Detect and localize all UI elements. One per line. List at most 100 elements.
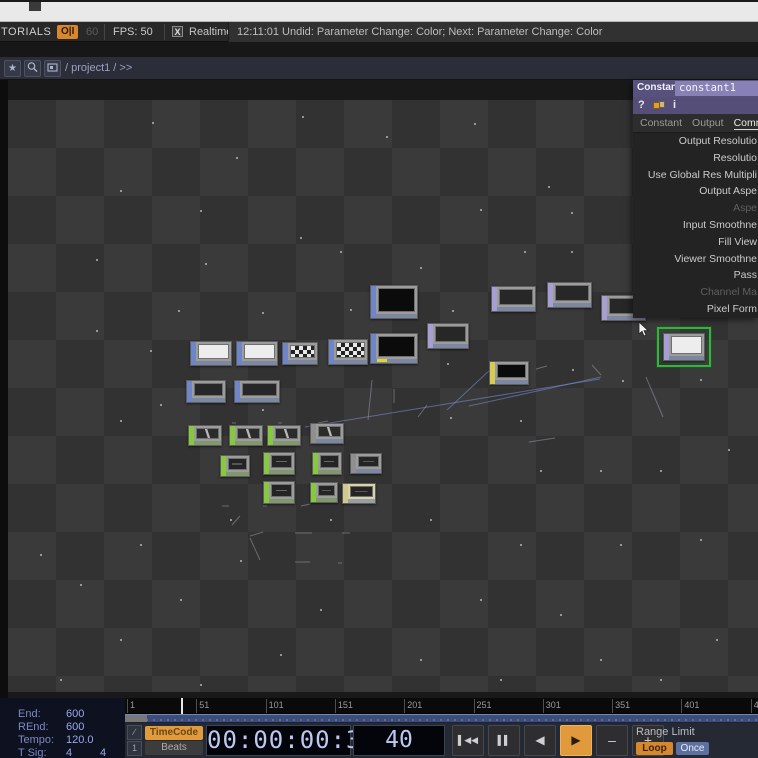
pause-button[interactable]: ▌▌: [488, 725, 520, 756]
node-name-bar: [553, 303, 591, 307]
network-dot: [728, 449, 730, 451]
network-overview-button[interactable]: [44, 60, 61, 77]
node-viewer: [350, 486, 373, 497]
node-viewer: [242, 383, 277, 396]
node-viewer: [318, 485, 335, 496]
operator-node[interactable]: [489, 361, 529, 385]
frame-display[interactable]: 40: [353, 725, 445, 756]
param-label[interactable]: Output Resolutio: [633, 133, 758, 150]
param-label[interactable]: Channel Ma: [633, 284, 758, 301]
param-label[interactable]: Input Smoothne: [633, 217, 758, 234]
divider: [104, 24, 105, 40]
network-dot: [480, 209, 482, 211]
node-viewer: [228, 458, 247, 470]
language-icon[interactable]: [653, 101, 666, 110]
operator-node[interactable]: [328, 339, 368, 365]
network-dot: [560, 614, 562, 616]
info-value[interactable]: 600: [66, 721, 84, 734]
range-grip[interactable]: [125, 715, 147, 722]
timeline-option-button[interactable]: ∕: [127, 725, 142, 740]
parameter-tabs: Constant Output Comm: [633, 114, 758, 133]
operator-node[interactable]: [310, 423, 344, 444]
realtime-label[interactable]: Realtime: [189, 25, 232, 39]
tutorials-menu-item[interactable]: TORIALS: [1, 25, 51, 39]
jump-start-button[interactable]: ▌◀◀: [452, 725, 484, 756]
network-dot: [262, 409, 264, 411]
node-name-bar: [318, 470, 341, 474]
param-label[interactable]: Viewer Smoothne: [633, 251, 758, 268]
loop-button[interactable]: Loop: [636, 742, 673, 755]
node-viewer: [196, 428, 219, 439]
parameter-dialog-header[interactable]: Constant constant1: [633, 80, 758, 97]
param-label[interactable]: Pixel Form: [633, 301, 758, 318]
decrement-button[interactable]: –: [596, 725, 628, 756]
operator-node[interactable]: [190, 341, 232, 366]
operator-node[interactable]: [547, 282, 592, 308]
info-icon[interactable]: i: [673, 99, 676, 111]
timeline-option-button[interactable]: 1: [127, 741, 142, 756]
operator-node[interactable]: [234, 380, 280, 403]
node-viewer: [378, 336, 415, 357]
timeline-ruler[interactable]: 151101151201251301351401451: [125, 698, 758, 714]
operator-node[interactable]: [220, 455, 250, 477]
network-dot: [548, 186, 550, 188]
once-button[interactable]: Once: [676, 742, 709, 755]
play-button[interactable]: ▶: [560, 725, 592, 756]
operator-node[interactable]: [310, 482, 338, 503]
step-back-button[interactable]: ◀: [524, 725, 556, 756]
info-value[interactable]: 4: [100, 747, 106, 758]
beats-mode-button[interactable]: Beats: [145, 741, 203, 755]
ruler-tick-label: 1: [130, 700, 136, 710]
operator-node[interactable]: [350, 453, 382, 474]
timeline-range-bar[interactable]: [125, 714, 758, 723]
param-label[interactable]: Pass: [633, 267, 758, 284]
operator-node[interactable]: [263, 481, 295, 504]
timecode-mode-button[interactable]: TimeCode: [145, 726, 203, 740]
info-value[interactable]: 600: [66, 708, 84, 721]
operator-node[interactable]: [491, 286, 536, 312]
param-tab-constant[interactable]: Constant: [640, 117, 682, 129]
camera-search-button[interactable]: [24, 60, 41, 77]
info-value[interactable]: 4: [66, 747, 72, 758]
operator-node[interactable]: [236, 341, 278, 366]
network-dot: [620, 544, 622, 546]
node-viewer: [497, 364, 526, 378]
info-value[interactable]: 120.0: [66, 734, 94, 747]
operator-node[interactable]: [267, 425, 301, 446]
node-name-bar: [334, 360, 367, 364]
network-dot: [600, 659, 602, 661]
operator-node[interactable]: [342, 483, 376, 504]
param-label[interactable]: Use Global Res Multipli: [633, 167, 758, 184]
power-toggle-button[interactable]: O|I: [57, 25, 79, 39]
network-dot: [96, 330, 98, 332]
bookmark-star-button[interactable]: ★: [4, 60, 21, 77]
help-icon[interactable]: ?: [638, 99, 645, 111]
operator-node[interactable]: [370, 285, 418, 319]
breadcrumb[interactable]: / project1 / >>: [65, 61, 132, 76]
param-label[interactable]: Output Aspe: [633, 183, 758, 200]
operator-node[interactable]: [370, 333, 418, 364]
operator-node[interactable]: [282, 342, 318, 365]
param-tab-output[interactable]: Output: [692, 117, 724, 129]
operator-node[interactable]: [663, 333, 705, 361]
ruler-tick-label: 101: [268, 700, 284, 710]
param-label[interactable]: Resolutio: [633, 150, 758, 167]
node-name-bar: [269, 499, 294, 503]
ruler-tick-label: 301: [545, 700, 561, 710]
param-label[interactable]: Fill View: [633, 234, 758, 251]
operator-node[interactable]: [186, 380, 226, 403]
operator-node[interactable]: [263, 452, 295, 475]
transport-bar: ∕ 1 TimeCode Beats 00:00:00:39 40 ▌◀◀ ▌▌ ◀ ▶…: [125, 723, 758, 758]
operator-node[interactable]: [188, 425, 222, 446]
param-tab-comm[interactable]: Comm: [733, 117, 758, 130]
ruler-tick-label: 401: [684, 700, 700, 710]
playhead[interactable]: [181, 698, 184, 714]
realtime-checkbox[interactable]: X: [172, 26, 183, 37]
divider: [164, 24, 165, 40]
operator-node[interactable]: [312, 452, 342, 475]
network-dot: [302, 116, 304, 118]
operator-node[interactable]: [229, 425, 263, 446]
param-label[interactable]: Aspe: [633, 200, 758, 217]
operator-name-field[interactable]: constant1: [675, 81, 758, 96]
operator-node[interactable]: [427, 323, 469, 349]
